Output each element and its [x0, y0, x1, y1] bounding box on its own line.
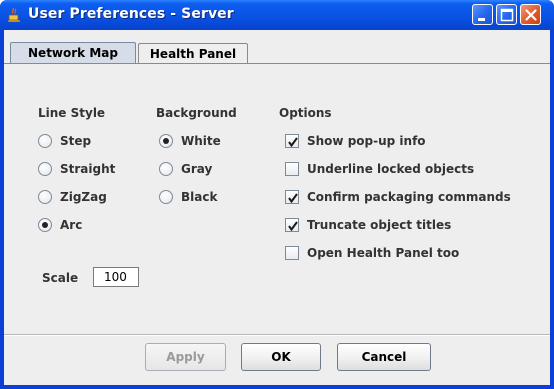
- checkmark-icon: [288, 221, 298, 232]
- line-style-heading: Line Style: [38, 106, 106, 120]
- cancel-button[interactable]: Cancel: [337, 343, 431, 371]
- scale-label: Scale: [42, 271, 79, 285]
- checkbox[interactable]: [285, 190, 299, 204]
- tab-health-panel[interactable]: Health Panel: [138, 43, 248, 63]
- options-heading: Options: [279, 106, 332, 120]
- checkmark-icon: [288, 193, 298, 204]
- tab-strip: Network Map Health Panel: [4, 42, 550, 64]
- title-bar[interactable]: User Preferences - Server: [0, 0, 554, 30]
- window-title: User Preferences - Server: [28, 6, 234, 22]
- radio-label: Step: [60, 134, 92, 148]
- scale-input[interactable]: 100: [93, 267, 139, 287]
- checkbox[interactable]: [285, 246, 299, 260]
- radio-label: White: [181, 134, 221, 148]
- checkbox[interactable]: [285, 218, 299, 232]
- java-cup-icon: [7, 7, 21, 23]
- radio-label: ZigZag: [60, 190, 107, 204]
- close-button[interactable]: [520, 4, 541, 25]
- radio-button[interactable]: [159, 162, 173, 176]
- radio-button[interactable]: [38, 162, 52, 176]
- minimize-icon: [478, 18, 485, 21]
- radio-label: Straight: [60, 162, 116, 176]
- radio-label: Gray: [181, 162, 213, 176]
- background-heading: Background: [156, 106, 237, 120]
- radio-button-selected[interactable]: [159, 134, 173, 148]
- radio-label: Arc: [60, 218, 83, 232]
- window-frame-bottom: [0, 385, 554, 389]
- dialog-body: Network Map Health Panel Line Style Step…: [4, 30, 550, 385]
- apply-button[interactable]: Apply: [145, 343, 226, 371]
- minimize-button[interactable]: [472, 4, 493, 25]
- button-bar-divider-highlight: [4, 335, 550, 336]
- preferences-window: User Preferences - Server Network Map He…: [0, 0, 554, 389]
- tab-network-map[interactable]: Network Map: [10, 42, 136, 63]
- radio-button[interactable]: [38, 134, 52, 148]
- maximize-icon: [500, 8, 514, 22]
- close-icon: [525, 9, 537, 21]
- ok-button[interactable]: OK: [241, 343, 321, 371]
- maximize-button[interactable]: [496, 4, 517, 25]
- network-map-panel: Line Style Step Straight ZigZag Arc Back…: [4, 64, 550, 335]
- radio-button-selected[interactable]: [38, 218, 52, 232]
- checkbox[interactable]: [285, 134, 299, 148]
- radio-button[interactable]: [38, 190, 52, 204]
- checkbox[interactable]: [285, 162, 299, 176]
- checkbox-label: Truncate object titles: [307, 218, 452, 232]
- radio-button[interactable]: [159, 190, 173, 204]
- checkbox-label: Underline locked objects: [307, 162, 475, 176]
- radio-label: Black: [181, 190, 218, 204]
- checkbox-label: Confirm packaging commands: [307, 190, 511, 204]
- checkbox-label: Show pop-up info: [307, 134, 426, 148]
- checkbox-label: Open Health Panel too: [307, 246, 460, 260]
- checkmark-icon: [288, 137, 298, 148]
